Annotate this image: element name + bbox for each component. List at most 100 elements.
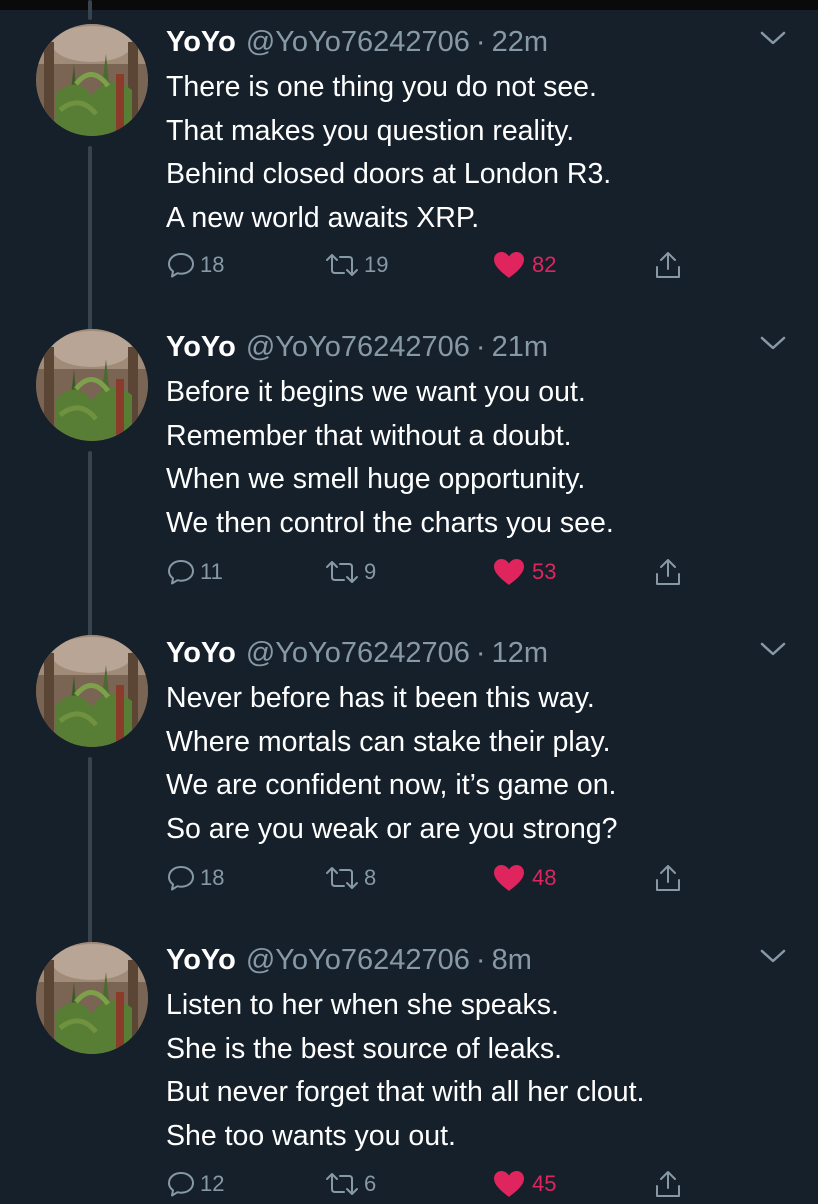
tweet-line: Never before has it been this way. <box>166 682 595 714</box>
tweet-timestamp[interactable]: 22m <box>492 22 548 62</box>
like-button[interactable]: 82 <box>492 245 556 285</box>
tweet-actions: 18 19 82 <box>166 245 726 285</box>
share-button[interactable] <box>652 552 684 592</box>
tweet-timestamp[interactable]: 12m <box>492 633 548 673</box>
tweet-line: We then control the charts you see. <box>166 506 614 539</box>
user-handle[interactable]: @YoYo76242706 <box>246 22 470 62</box>
like-count: 53 <box>532 559 557 584</box>
reply-icon <box>168 866 194 891</box>
like-button[interactable]: 45 <box>492 1164 556 1204</box>
reply-count: 12 <box>200 1171 225 1196</box>
retweet-icon <box>326 561 358 583</box>
thread-connector <box>88 0 92 20</box>
retweet-icon <box>326 1173 358 1195</box>
separator-dot: · <box>475 26 486 58</box>
retweet-count: 6 <box>364 1171 377 1196</box>
separator-dot: · <box>475 944 486 976</box>
tweet-line: So are you weak or are you strong? <box>166 812 618 845</box>
share-icon <box>656 865 680 891</box>
tweet-line: She is the best source of leaks. <box>166 1032 563 1065</box>
tweet-text: Before it begins we want you out. Rememb… <box>166 371 786 545</box>
tweet-thread: YoYo @YoYo76242706 · 22m There is one th… <box>0 0 818 1200</box>
avatar[interactable] <box>36 329 148 441</box>
reply-count: 11 <box>200 559 223 584</box>
user-handle[interactable]: @YoYo76242706 <box>246 940 470 980</box>
tweet-actions: 18 8 48 <box>166 858 726 898</box>
tweet-actions: 12 6 45 <box>166 1164 726 1204</box>
thread-connector <box>88 757 92 943</box>
share-icon <box>656 1171 680 1197</box>
tweet-line: Listen to her when she speaks. <box>166 989 559 1021</box>
avatar[interactable] <box>36 942 148 1054</box>
like-button[interactable]: 53 <box>492 552 556 592</box>
tweet-line: But never forget that with all her clout… <box>166 1076 645 1108</box>
chevron-down-icon[interactable] <box>758 331 788 355</box>
retweet-button[interactable]: 6 <box>324 1164 376 1204</box>
chevron-down-icon[interactable] <box>758 944 788 968</box>
reply-icon <box>168 560 194 585</box>
reply-icon <box>168 1172 194 1197</box>
avatar[interactable] <box>36 635 148 747</box>
retweet-count: 19 <box>364 252 389 277</box>
tweet-header: YoYo @YoYo76242706 · 8m <box>166 940 532 980</box>
reply-button[interactable]: 11 <box>166 552 223 592</box>
reply-button[interactable]: 18 <box>166 858 224 898</box>
avatar-image <box>36 635 148 747</box>
tweet-header: YoYo @YoYo76242706 · 12m <box>166 633 548 673</box>
reply-count: 18 <box>200 252 225 277</box>
avatar-image <box>36 24 148 136</box>
tweet-line: We are confident now, it’s game on. <box>166 769 617 801</box>
display-name[interactable]: YoYo <box>166 22 236 62</box>
avatar[interactable] <box>36 24 148 136</box>
tweet-actions: 11 9 53 <box>166 552 726 592</box>
like-count: 48 <box>532 865 557 890</box>
heart-icon <box>494 1171 524 1197</box>
heart-icon <box>494 252 524 278</box>
chevron-down-icon[interactable] <box>758 637 788 661</box>
display-name[interactable]: YoYo <box>166 633 236 673</box>
user-handle[interactable]: @YoYo76242706 <box>246 633 470 673</box>
tweet-line: Behind closed doors at London R3. <box>166 158 612 190</box>
heart-icon <box>494 559 524 585</box>
thread-connector <box>88 146 92 346</box>
like-button[interactable]: 48 <box>492 858 556 898</box>
retweet-button[interactable]: 8 <box>324 858 376 898</box>
tweet-line: She too wants you out. <box>166 1119 456 1152</box>
tweet-line: Before it begins we want you out. <box>166 376 586 408</box>
reply-icon <box>168 253 194 278</box>
tweet-timestamp[interactable]: 21m <box>492 327 548 367</box>
retweet-icon <box>326 867 358 889</box>
separator-dot: · <box>475 637 486 669</box>
like-count: 45 <box>532 1171 557 1196</box>
reply-button[interactable]: 12 <box>166 1164 224 1204</box>
tweet-line: When we smell huge opportunity. <box>166 463 586 495</box>
retweet-button[interactable]: 19 <box>324 245 388 285</box>
share-button[interactable] <box>652 858 684 898</box>
share-icon <box>656 252 680 278</box>
separator-dot: · <box>475 331 486 363</box>
tweet-header: YoYo @YoYo76242706 · 22m <box>166 22 548 62</box>
display-name[interactable]: YoYo <box>166 940 236 980</box>
tweet-line: A new world awaits XRP. <box>166 201 480 234</box>
tweet-line: That makes you question reality. <box>166 114 575 147</box>
heart-icon <box>494 865 524 891</box>
tweet-line: There is one thing you do not see. <box>166 71 597 103</box>
retweet-button[interactable]: 9 <box>324 552 376 592</box>
share-button[interactable] <box>652 245 684 285</box>
tweet-text: Never before has it been this way. Where… <box>166 677 786 851</box>
reply-button[interactable]: 18 <box>166 245 224 285</box>
user-handle[interactable]: @YoYo76242706 <box>246 327 470 367</box>
chevron-down-icon[interactable] <box>758 26 788 50</box>
share-button[interactable] <box>652 1164 684 1204</box>
tweet-timestamp[interactable]: 8m <box>492 940 532 980</box>
tweet-line: Where mortals can stake their play. <box>166 725 611 758</box>
avatar-image <box>36 329 148 441</box>
tweet-text: There is one thing you do not see. That … <box>166 66 786 240</box>
tweet-line: Remember that without a doubt. <box>166 419 572 452</box>
retweet-icon <box>326 254 358 276</box>
tweet-header: YoYo @YoYo76242706 · 21m <box>166 327 548 367</box>
share-icon <box>656 559 680 585</box>
tweet-text: Listen to her when she speaks. She is th… <box>166 984 786 1158</box>
retweet-count: 8 <box>364 865 377 890</box>
display-name[interactable]: YoYo <box>166 327 236 367</box>
